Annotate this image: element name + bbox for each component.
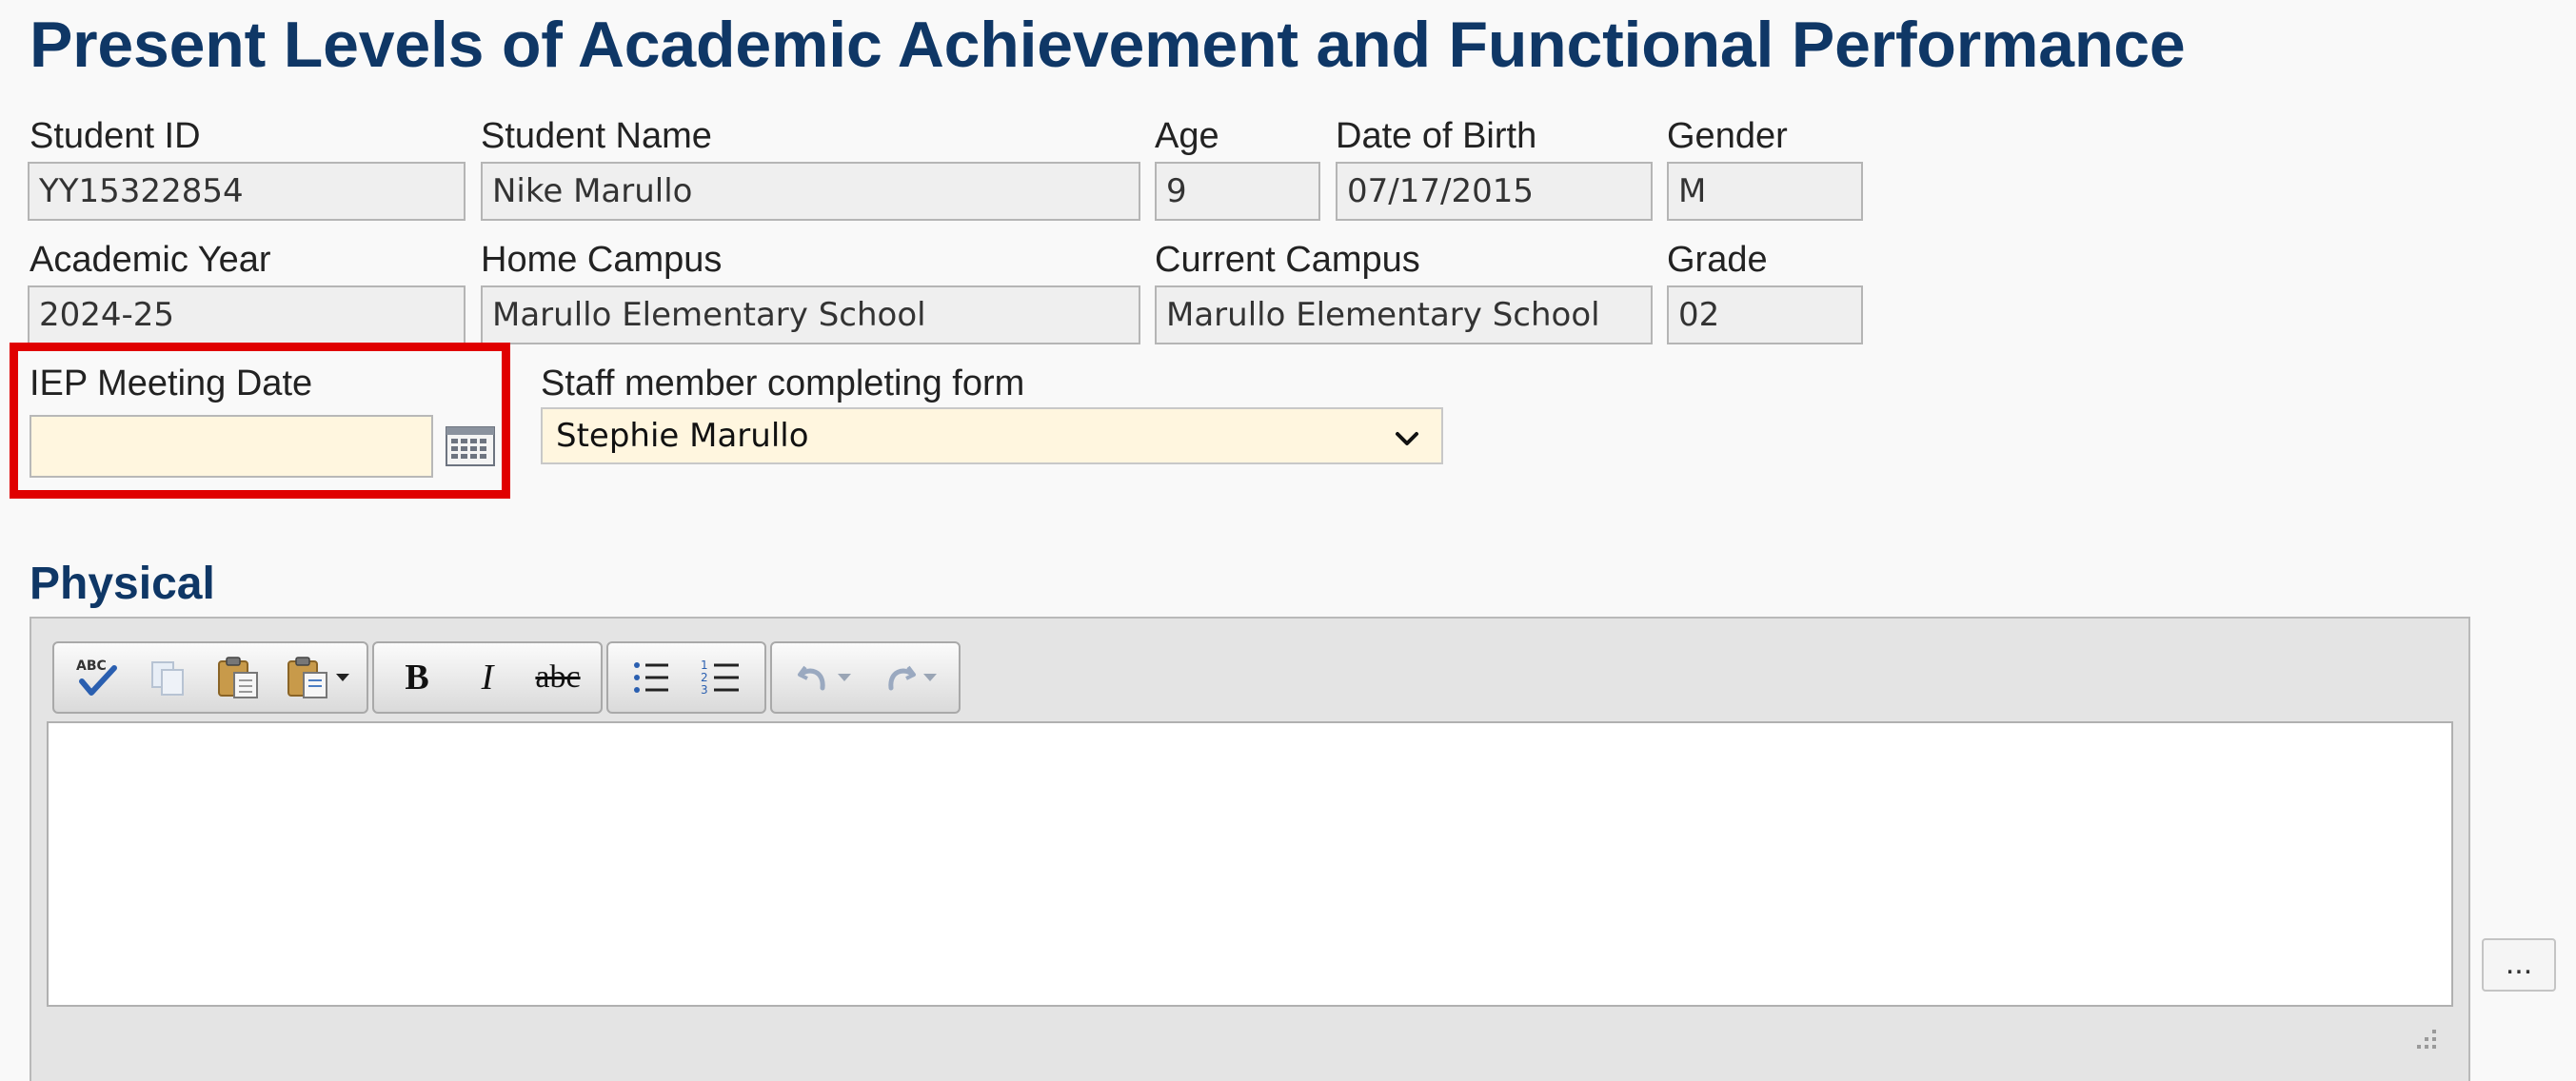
toolbar-group-format: B I abc — [372, 641, 603, 714]
gender-label: Gender — [1667, 116, 1788, 156]
spellcheck-icon[interactable]: ABC — [62, 647, 132, 708]
dob-field: 07/17/2015 — [1336, 162, 1653, 221]
paste-icon[interactable] — [203, 647, 273, 708]
svg-text:3: 3 — [701, 683, 708, 697]
dob-label: Date of Birth — [1336, 116, 1537, 156]
physical-text-area[interactable] — [47, 721, 2453, 1007]
numbered-list-icon[interactable]: 1 2 3 — [686, 647, 757, 708]
undo-icon[interactable] — [780, 647, 865, 708]
strikethrough-icon[interactable]: abc — [523, 647, 593, 708]
grade-field: 02 — [1667, 285, 1863, 344]
physical-rich-text-editor: ABC B I abc 1 2 3 — [30, 617, 2470, 1081]
age-field: 9 — [1155, 162, 1320, 221]
svg-text:1: 1 — [701, 658, 708, 672]
age-label: Age — [1155, 116, 1219, 156]
chevron-down-icon — [1390, 419, 1424, 453]
gender-field: M — [1667, 162, 1863, 221]
calendar-icon[interactable] — [446, 426, 495, 466]
redo-icon[interactable] — [865, 647, 951, 708]
chevron-down-icon — [923, 674, 937, 681]
home-campus-label: Home Campus — [481, 240, 723, 280]
student-id-label: Student ID — [30, 116, 201, 156]
bullet-list-icon[interactable] — [616, 647, 686, 708]
staff-member-select[interactable]: Stephie Marullo — [541, 407, 1443, 464]
home-campus-field: Marullo Elementary School — [481, 285, 1140, 344]
pleaafp-form: Present Levels of Academic Achievement a… — [0, 0, 2576, 1081]
toolbar-group-clipboard: ABC — [52, 641, 368, 714]
editor-toolbar: ABC B I abc 1 2 3 — [52, 641, 961, 717]
staff-member-label: Staff member completing form — [541, 364, 1025, 403]
grade-label: Grade — [1667, 240, 1768, 280]
staff-member-selected: Stephie Marullo — [556, 417, 809, 455]
italic-icon[interactable]: I — [452, 647, 523, 708]
paste-special-icon[interactable] — [273, 647, 359, 708]
academic-year-label: Academic Year — [30, 240, 271, 280]
academic-year-field: 2024-25 — [28, 285, 466, 344]
student-id-field: YY15322854 — [28, 162, 466, 221]
physical-section-title: Physical — [30, 559, 215, 609]
more-options-button[interactable]: ... — [2482, 938, 2556, 992]
bold-icon[interactable]: B — [382, 647, 452, 708]
chevron-down-icon — [336, 674, 349, 681]
toolbar-group-lists: 1 2 3 — [606, 641, 766, 714]
toolbar-group-history — [770, 641, 961, 714]
svg-text:ABC: ABC — [76, 658, 107, 674]
current-campus-label: Current Campus — [1155, 240, 1420, 280]
resize-grip-icon[interactable] — [2406, 1022, 2440, 1056]
page-title: Present Levels of Academic Achievement a… — [30, 9, 2186, 81]
iep-meeting-date-label: IEP Meeting Date — [30, 364, 313, 403]
student-name-label: Student Name — [481, 116, 712, 156]
current-campus-field: Marullo Elementary School — [1155, 285, 1653, 344]
student-name-field: Nike Marullo — [481, 162, 1140, 221]
chevron-down-icon — [838, 674, 851, 681]
copy-icon[interactable] — [132, 647, 203, 708]
iep-meeting-date-input[interactable] — [30, 415, 433, 478]
svg-text:2: 2 — [701, 671, 708, 684]
